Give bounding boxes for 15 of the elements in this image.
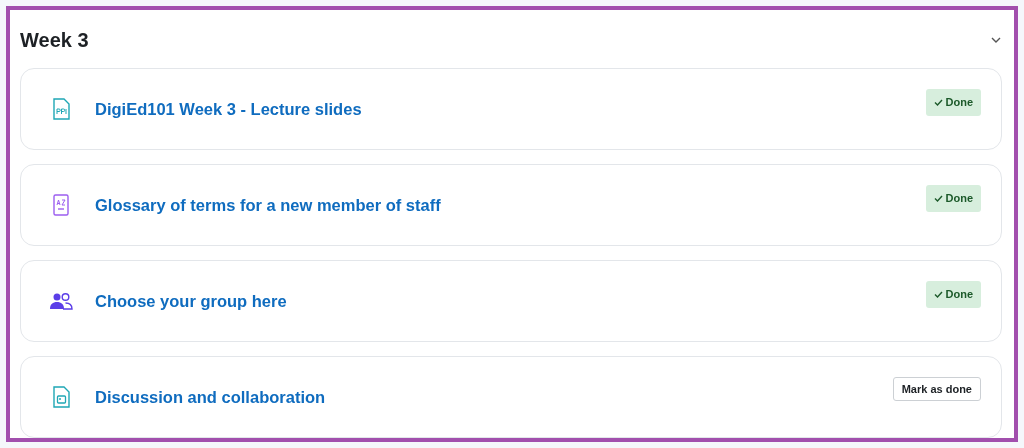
mark-as-done-button[interactable]: Mark as done [892,377,981,402]
activity-link[interactable]: Glossary of terms for a new member of staff [95,192,926,218]
done-label: Done [945,288,973,300]
section-title: Week 3 [20,28,89,52]
done-label: Done [945,96,973,108]
check-icon [933,291,943,298]
done-badge[interactable]: Done [925,185,981,212]
check-icon [933,99,943,106]
check-icon [933,195,943,202]
activity-link[interactable]: Discussion and collaboration [95,384,893,410]
done-label: Done [945,192,973,204]
activity-link[interactable]: Choose your group here [95,288,926,314]
done-badge[interactable]: Done [925,89,981,116]
activity-link[interactable]: DigiEd101 Week 3 - Lecture slides [95,96,926,122]
done-badge[interactable]: Done [925,281,981,308]
